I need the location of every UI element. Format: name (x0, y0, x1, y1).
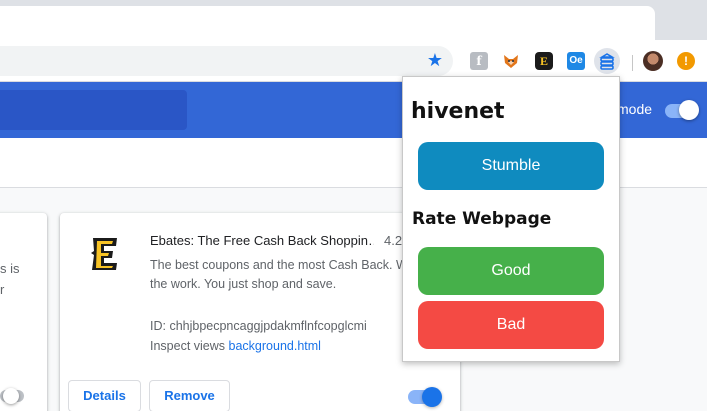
hivenet-popup: hivenet Stumble Rate Webpage Good Bad (402, 76, 620, 362)
tab-strip (0, 0, 707, 40)
inspect-views: Inspect views background.html (150, 339, 321, 353)
bad-button[interactable]: Bad (418, 301, 604, 349)
ebates-extension-icon[interactable]: E (535, 52, 553, 70)
developer-mode-label: mode (617, 101, 653, 117)
remove-button[interactable]: Remove (149, 380, 230, 411)
extension-version: 4.2 (384, 233, 403, 248)
extension-enable-toggle-knob[interactable] (422, 387, 442, 407)
description-fragment: s is r (0, 261, 20, 297)
good-button[interactable]: Good (418, 247, 604, 295)
oe-extension-icon[interactable]: Oe (567, 52, 585, 70)
extensions-search-input[interactable] (0, 90, 187, 130)
developer-mode-toggle-knob[interactable] (679, 100, 699, 120)
extension-enable-toggle-partial-knob[interactable] (3, 388, 19, 404)
f-extension-icon[interactable]: f (470, 52, 488, 70)
hivenet-extension-icon[interactable] (594, 48, 620, 74)
fox-extension-icon[interactable] (502, 52, 520, 70)
active-tab[interactable] (0, 6, 655, 40)
extension-card-ebates: Ebates: The Free Cash Back Shoppin… 4.2 … (60, 213, 460, 411)
details-button[interactable]: Details (68, 380, 141, 411)
toolbar-divider (632, 55, 633, 71)
extension-id: ID: chhjbpecpncaggjpdakmflnfcopglcmi (150, 319, 367, 333)
address-bar[interactable] (0, 46, 453, 76)
ebates-logo-icon (88, 235, 122, 273)
rate-webpage-heading: Rate Webpage (412, 209, 552, 229)
stumble-button[interactable]: Stumble (418, 142, 604, 190)
bookmark-star-icon[interactable]: ★ (425, 51, 445, 71)
background-page-link[interactable]: background.html (229, 339, 321, 353)
extension-card-partial: s is r (0, 213, 47, 411)
profile-avatar[interactable] (643, 51, 663, 71)
extension-name: Ebates: The Free Cash Back Shoppin… (150, 233, 374, 248)
popup-title: hivenet (411, 99, 505, 124)
inspect-views-label: Inspect views (150, 339, 226, 353)
update-alert-icon[interactable]: ! (677, 52, 695, 70)
